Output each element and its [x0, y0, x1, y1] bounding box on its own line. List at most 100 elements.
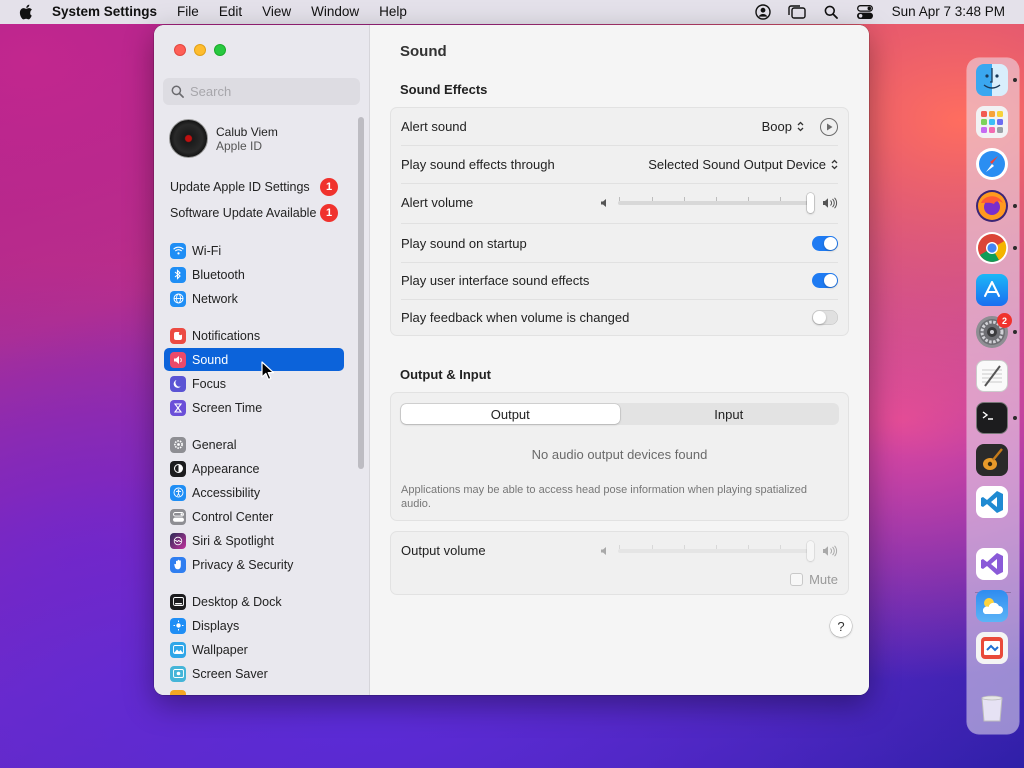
- sidebar-item-sound[interactable]: Sound: [164, 348, 344, 371]
- battery-icon: [170, 689, 186, 695]
- sidebar-item-accessibility[interactable]: Accessibility: [164, 481, 344, 504]
- divider: [401, 223, 838, 224]
- control-center-icon[interactable]: [848, 0, 882, 24]
- mouse-cursor-icon: [261, 361, 275, 380]
- volume-feedback-toggle[interactable]: [812, 310, 838, 325]
- menu-view[interactable]: View: [252, 0, 301, 24]
- sound-effects-group: Alert sound Boop Play sound effects thro…: [390, 107, 849, 336]
- tab-output[interactable]: Output: [401, 404, 620, 424]
- menu-file[interactable]: File: [167, 0, 209, 24]
- account-subtitle: Apple ID: [216, 138, 263, 153]
- play-through-row: Play sound effects through Selected Soun…: [391, 146, 848, 183]
- spotlight-search-icon[interactable]: [814, 0, 848, 24]
- sidebar-item-label: Privacy & Security: [192, 557, 294, 572]
- alert-volume-slider[interactable]: [618, 192, 814, 213]
- sidebar-item-screen-saver[interactable]: Screen Saver: [164, 662, 344, 685]
- hourglass-icon: [170, 399, 186, 416]
- safari-icon[interactable]: [976, 148, 1008, 180]
- output-volume-slider[interactable]: [618, 540, 814, 561]
- mute-checkbox[interactable]: [790, 573, 804, 586]
- menu-clock[interactable]: Sun Apr 7 3:48 PM: [882, 0, 1024, 24]
- screensaver-icon: [170, 665, 186, 682]
- avatar: [169, 119, 208, 158]
- search-input[interactable]: [190, 84, 350, 99]
- sidebar-item-screen-time[interactable]: Screen Time: [164, 396, 344, 419]
- vscode-icon[interactable]: [976, 486, 1008, 518]
- section-title-output-input: Output & Input: [400, 367, 491, 382]
- minimize-window-button[interactable]: [194, 44, 206, 56]
- visual-studio-icon[interactable]: [976, 548, 1008, 580]
- firefox-icon[interactable]: [976, 190, 1008, 222]
- up-down-chevron-icon: [797, 121, 804, 132]
- play-through-popup[interactable]: Selected Sound Output Device: [648, 157, 838, 172]
- startup-sound-label: Play sound on startup: [401, 236, 527, 251]
- sidebar-search[interactable]: [163, 78, 360, 105]
- play-through-value: Selected Sound Output Device: [648, 157, 826, 172]
- sidebar-item-label: Control Center: [192, 509, 274, 524]
- sidebar-item-privacy-security[interactable]: Privacy & Security: [164, 553, 344, 576]
- finder-icon[interactable]: [976, 64, 1008, 96]
- play-alert-button[interactable]: [820, 117, 838, 136]
- sidebar-item-desktop-dock[interactable]: Desktop & Dock: [164, 590, 344, 613]
- launchpad-icon[interactable]: [976, 106, 1008, 138]
- sidebar-item-label: General: [192, 437, 237, 452]
- zoom-window-button[interactable]: [214, 44, 226, 56]
- sidebar-item-control-center[interactable]: Control Center: [164, 505, 344, 528]
- startup-sound-toggle[interactable]: [812, 236, 838, 251]
- close-window-button[interactable]: [174, 44, 186, 56]
- app-store-icon[interactable]: [976, 274, 1008, 306]
- weather-icon[interactable]: [976, 590, 1008, 622]
- sidebar-item-siri-spotlight[interactable]: Siri & Spotlight: [164, 529, 344, 552]
- mute-control[interactable]: Mute: [790, 572, 838, 587]
- sidebar-item-wifi[interactable]: Wi-Fi: [164, 239, 344, 262]
- trash-icon[interactable]: [976, 692, 1008, 724]
- sidebar-item-bluetooth[interactable]: Bluetooth: [164, 263, 344, 286]
- sidebar-item-appearance[interactable]: Appearance: [164, 457, 344, 480]
- help-button[interactable]: ?: [830, 615, 852, 637]
- sidebar-item-label: Siri & Spotlight: [192, 533, 274, 548]
- remote-desktop-icon[interactable]: [976, 632, 1008, 664]
- notice-software-update[interactable]: Software Update Available 1: [170, 204, 338, 222]
- globe-icon: [170, 290, 186, 307]
- ui-sound-effects-toggle[interactable]: [812, 273, 838, 288]
- sidebar-item-wallpaper[interactable]: Wallpaper: [164, 638, 344, 661]
- alert-volume-knob[interactable]: [807, 192, 814, 213]
- alert-sound-popup[interactable]: Boop: [762, 119, 804, 134]
- menu-edit[interactable]: Edit: [209, 0, 252, 24]
- sidebar-scrollbar[interactable]: [358, 117, 364, 469]
- sidebar-item-displays[interactable]: Displays: [164, 614, 344, 637]
- control-center-icon: [170, 508, 186, 525]
- sidebar-item-label: Wallpaper: [192, 642, 248, 657]
- running-indicator: [1013, 246, 1017, 250]
- system-settings-window: Calub Viem Apple ID Update Apple ID Sett…: [154, 25, 869, 695]
- stage-manager-icon[interactable]: [780, 0, 814, 24]
- sidebar-item-network[interactable]: Network: [164, 287, 344, 310]
- garageband-icon[interactable]: [976, 444, 1008, 476]
- output-volume-knob[interactable]: [807, 540, 814, 561]
- sun-icon: [170, 617, 186, 634]
- apple-menu-icon[interactable]: [0, 4, 52, 20]
- chrome-icon[interactable]: [976, 232, 1008, 264]
- notice-update-apple-id[interactable]: Update Apple ID Settings 1: [170, 178, 338, 196]
- apple-id-account[interactable]: Calub Viem Apple ID: [169, 119, 278, 158]
- startup-sound-row: Play sound on startup: [391, 225, 848, 262]
- notice-badge: 1: [320, 178, 338, 196]
- menu-window[interactable]: Window: [301, 0, 369, 24]
- menu-help[interactable]: Help: [369, 0, 417, 24]
- terminal-icon[interactable]: [976, 402, 1008, 434]
- sidebar-item-label: Sound: [192, 352, 229, 367]
- notice-badge: 1: [320, 204, 338, 222]
- volume-feedback-label: Play feedback when volume is changed: [401, 310, 630, 325]
- sidebar-item-general[interactable]: General: [164, 433, 344, 456]
- sidebar-item-partial[interactable]: [164, 686, 344, 695]
- sidebar-item-notifications[interactable]: Notifications: [164, 324, 344, 347]
- wifi-icon: [170, 242, 186, 259]
- tab-input[interactable]: Input: [620, 404, 839, 424]
- menu-app-name[interactable]: System Settings: [52, 0, 167, 24]
- accessibility-icon: [170, 484, 186, 501]
- sidebar-item-label: Bluetooth: [192, 267, 245, 282]
- sidebar-item-focus[interactable]: Focus: [164, 372, 344, 395]
- head-pose-note: Applications may be able to access head …: [401, 484, 808, 510]
- user-account-icon[interactable]: [746, 0, 780, 24]
- textedit-icon[interactable]: [976, 360, 1008, 392]
